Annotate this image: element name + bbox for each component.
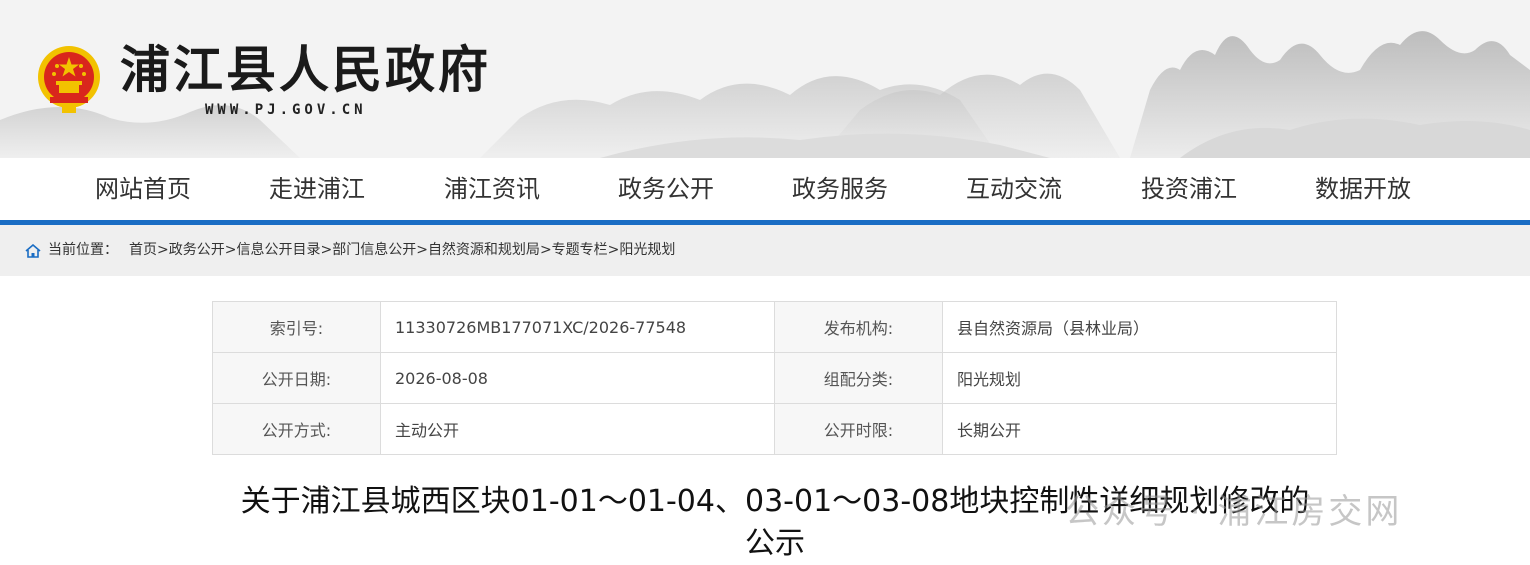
breadcrumb-item-home[interactable]: 首页 — [129, 242, 157, 258]
watermark-overlay: 公众号 · 浦江房交网 — [1065, 492, 1403, 532]
nav-item-investment[interactable]: 投资浦江 — [1119, 158, 1259, 220]
breadcrumb-item-catalog[interactable]: 信息公开目录 — [236, 242, 320, 258]
nav-item-about[interactable]: 走进浦江 — [247, 158, 387, 220]
breadcrumb-item-special-topic[interactable]: 专题专栏 — [552, 242, 608, 258]
breadcrumb-trail: 首页>政务公开>信息公开目录>部门信息公开>自然资源和规划局>专题专栏>阳光规划 — [129, 225, 675, 276]
breadcrumb-separator: > — [416, 242, 428, 258]
nav-item-interaction[interactable]: 互动交流 — [944, 158, 1084, 220]
main-nav: 网站首页 走进浦江 浦江资讯 政务公开 政务服务 互动交流 投资浦江 数据开放 — [0, 158, 1530, 225]
nav-item-gov-affairs[interactable]: 政务公开 — [596, 158, 736, 220]
table-row: 索引号: 11330726MB177071XC/2026-77548 发布机构:… — [212, 301, 1337, 353]
site-header: 浦江县人民政府 WWW.PJ.GOV.CN — [0, 0, 1530, 158]
home-icon — [25, 244, 41, 258]
nav-item-news[interactable]: 浦江资讯 — [422, 158, 562, 220]
breadcrumb-separator: > — [539, 242, 552, 258]
nav-item-open-data[interactable]: 数据开放 — [1293, 158, 1433, 220]
index-value: 11330726MB177071XC/2026-77548 — [380, 301, 775, 353]
period-label: 公开时限: — [774, 403, 943, 455]
breadcrumb-item-gov-affairs[interactable]: 政务公开 — [169, 242, 225, 258]
breadcrumb-label: 当前位置： — [48, 242, 118, 258]
date-label: 公开日期: — [212, 352, 381, 404]
index-label: 索引号: — [212, 301, 381, 353]
category-label: 组配分类: — [774, 352, 943, 404]
document-info-table: 索引号: 11330726MB177071XC/2026-77548 发布机构:… — [212, 301, 1337, 455]
site-title[interactable]: 浦江县人民政府 — [120, 40, 491, 100]
breadcrumb-separator: > — [157, 242, 169, 258]
category-value: 阳光规划 — [942, 352, 1337, 404]
nav-item-gov-services[interactable]: 政务服务 — [770, 158, 910, 220]
table-row: 公开日期: 2026-08-08 组配分类: 阳光规划 — [212, 352, 1337, 404]
period-value: 长期公开 — [942, 403, 1337, 455]
publisher-value: 县自然资源局（县林业局） — [942, 301, 1337, 353]
national-emblem-icon — [38, 46, 100, 113]
breadcrumb-item-department[interactable]: 部门信息公开 — [332, 242, 416, 258]
site-domain: WWW.PJ.GOV.CN — [205, 102, 367, 118]
breadcrumb-item-sunshine-planning[interactable]: 阳光规划 — [619, 242, 675, 258]
method-label: 公开方式: — [212, 403, 381, 455]
publisher-label: 发布机构: — [774, 301, 943, 353]
table-row: 公开方式: 主动公开 公开时限: 长期公开 — [212, 403, 1337, 455]
breadcrumb-separator: > — [607, 242, 620, 258]
breadcrumb-item-bureau[interactable]: 自然资源和规划局 — [428, 242, 540, 258]
method-value: 主动公开 — [380, 403, 775, 455]
date-value: 2026-08-08 — [380, 352, 775, 404]
breadcrumb-separator: > — [320, 242, 333, 258]
breadcrumb: 当前位置： 首页>政务公开>信息公开目录>部门信息公开>自然资源和规划局>专题专… — [0, 225, 1530, 276]
nav-item-home[interactable]: 网站首页 — [73, 158, 213, 220]
breadcrumb-separator: > — [224, 242, 237, 258]
